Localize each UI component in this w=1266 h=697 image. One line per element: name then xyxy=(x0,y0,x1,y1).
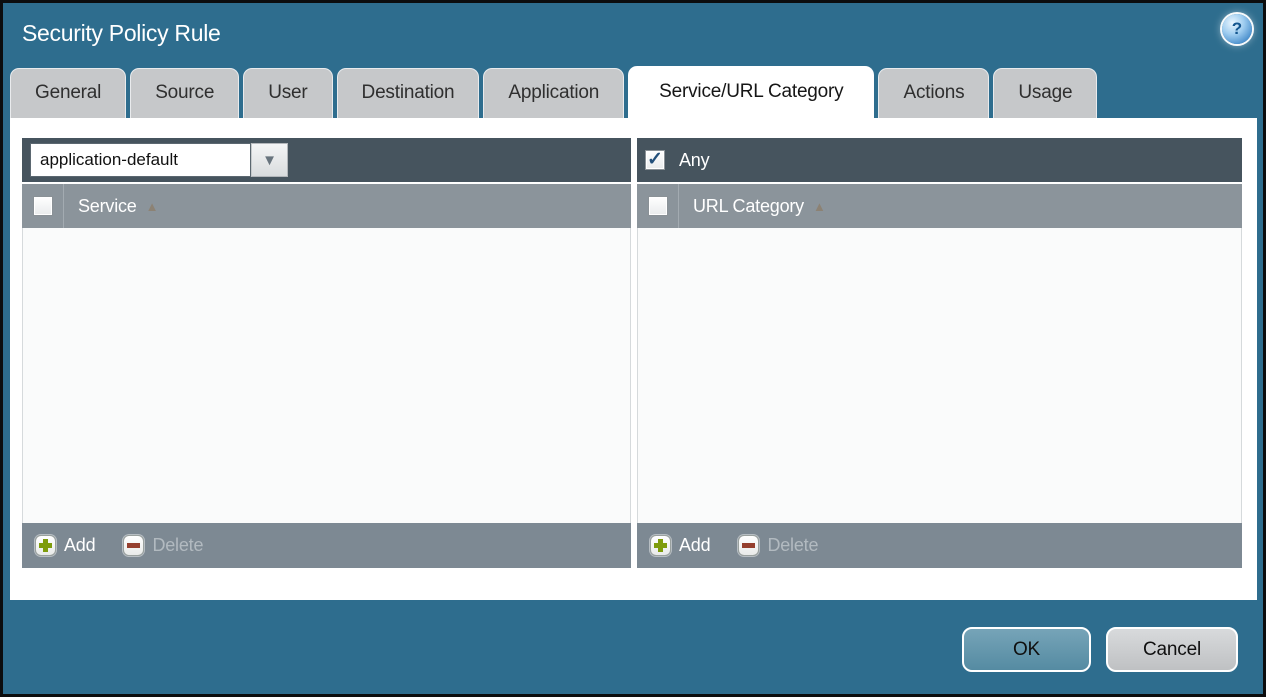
dialog-title: Security Policy Rule xyxy=(22,20,221,47)
url-category-panel-header: ✓ Any xyxy=(637,138,1242,182)
delete-button-label: Delete xyxy=(152,535,203,556)
url-category-column-header[interactable]: URL Category ▲ xyxy=(637,182,1242,228)
sort-ascending-icon: ▲ xyxy=(813,200,826,213)
cancel-button[interactable]: Cancel xyxy=(1106,627,1238,672)
tab-source[interactable]: Source xyxy=(130,68,239,118)
sort-ascending-icon: ▲ xyxy=(146,200,159,213)
url-category-select-all-checkbox[interactable] xyxy=(648,196,668,216)
url-category-column-label: URL Category xyxy=(693,196,804,217)
minus-icon xyxy=(738,535,759,556)
tab-actions[interactable]: Actions xyxy=(878,68,989,118)
any-checkbox[interactable]: ✓ xyxy=(645,150,665,170)
service-panel-header: ▼ xyxy=(22,138,631,182)
tab-label: Usage xyxy=(1018,82,1072,103)
tab-label: Destination xyxy=(362,82,455,103)
service-column-header[interactable]: Service ▲ xyxy=(22,182,631,228)
url-category-list xyxy=(637,228,1242,523)
tab-label: Service/URL Category xyxy=(659,81,843,102)
service-delete-button[interactable]: Delete xyxy=(123,535,203,556)
url-category-toolbar: Add Delete xyxy=(637,523,1242,568)
service-add-button[interactable]: Add xyxy=(35,535,95,556)
service-select-all-cell xyxy=(22,184,64,228)
service-toolbar: Add Delete xyxy=(22,523,631,568)
service-type-dropdown-button[interactable]: ▼ xyxy=(251,143,288,177)
url-category-add-button[interactable]: Add xyxy=(650,535,710,556)
minus-icon xyxy=(123,535,144,556)
tab-application[interactable]: Application xyxy=(483,68,624,118)
tab-label: Application xyxy=(508,82,599,103)
service-select-all-checkbox[interactable] xyxy=(33,196,53,216)
service-panel: ▼ Service ▲ Add xyxy=(22,138,631,568)
check-icon: ✓ xyxy=(647,150,663,169)
tab-bar: General Source User Destination Applicat… xyxy=(10,68,1256,118)
tab-service-url-category[interactable]: Service/URL Category xyxy=(628,66,874,118)
any-label: Any xyxy=(679,150,709,171)
security-policy-rule-dialog: Security Policy Rule ? General Source Us… xyxy=(3,3,1263,694)
add-button-label: Add xyxy=(64,535,95,556)
tab-label: General xyxy=(35,82,101,103)
service-type-input[interactable] xyxy=(30,143,251,177)
service-type-combobox: ▼ xyxy=(30,143,288,177)
chevron-down-icon: ▼ xyxy=(262,153,277,168)
tab-content-service-url-category: ▼ Service ▲ Add xyxy=(10,118,1257,600)
plus-icon xyxy=(650,535,671,556)
tab-usage[interactable]: Usage xyxy=(993,68,1097,118)
url-category-panel: ✓ Any URL Category ▲ Add xyxy=(637,138,1242,568)
tab-label: User xyxy=(268,82,307,103)
title-bar: Security Policy Rule ? xyxy=(3,3,1263,68)
ok-button[interactable]: OK xyxy=(962,627,1091,672)
tab-label: Actions xyxy=(903,82,964,103)
tab-user[interactable]: User xyxy=(243,68,332,118)
tab-general[interactable]: General xyxy=(10,68,126,118)
service-list xyxy=(22,228,631,523)
add-button-label: Add xyxy=(679,535,710,556)
tab-label: Source xyxy=(155,82,214,103)
delete-button-label: Delete xyxy=(767,535,818,556)
plus-icon xyxy=(35,535,56,556)
service-column-label: Service xyxy=(78,196,137,217)
tab-destination[interactable]: Destination xyxy=(337,68,480,118)
screenshot-frame: Security Policy Rule ? General Source Us… xyxy=(0,0,1266,697)
url-category-select-all-cell xyxy=(637,184,679,228)
url-category-delete-button[interactable]: Delete xyxy=(738,535,818,556)
help-icon[interactable]: ? xyxy=(1222,14,1252,44)
